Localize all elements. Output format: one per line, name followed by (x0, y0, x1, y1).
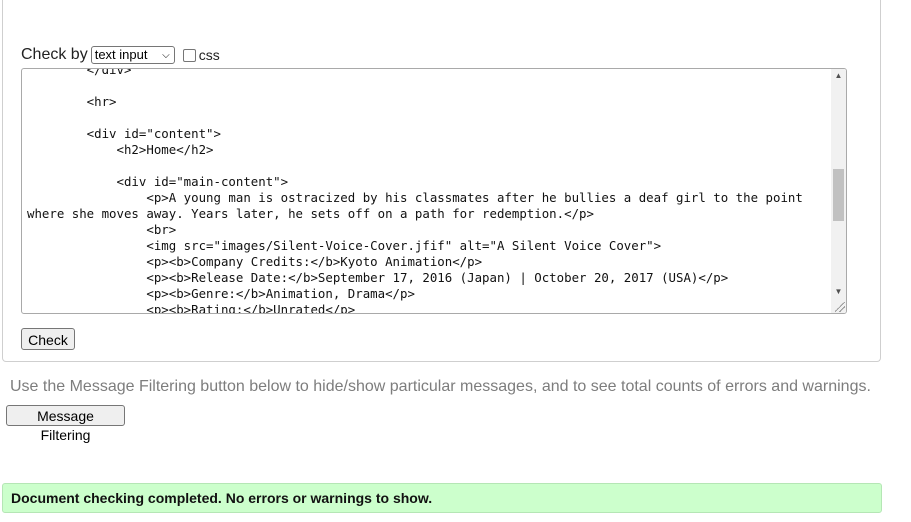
source-line: <br> (27, 222, 177, 237)
source-line: <img src="images/Silent-Voice-Cover.jfif… (27, 238, 662, 253)
source-textarea[interactable]: </div> <hr> <div id="content"> <h2>Home<… (21, 68, 847, 314)
scrollbar-thumb[interactable] (833, 169, 844, 221)
triangle-up-icon[interactable]: ▲ (831, 69, 846, 83)
message-filtering-info: Use the Message Filtering button below t… (10, 378, 871, 395)
source-line: <p><b>Company Credits:</b>Kyoto Animatio… (27, 254, 483, 269)
source-line: <div id="content"> (27, 126, 221, 141)
source-code: </div> <hr> <div id="content"> <h2>Home<… (27, 68, 830, 314)
check-button[interactable]: Check (21, 328, 75, 350)
resize-handle[interactable] (835, 302, 845, 312)
source-line: <hr> (27, 94, 117, 109)
input-panel: Check by text input ⌵ css </div> <hr> <d… (2, 0, 881, 362)
source-line: <div id="main-content"> (27, 174, 289, 189)
css-checkbox[interactable] (182, 48, 196, 62)
status-message: Document checking completed. No errors o… (2, 483, 882, 513)
triangle-down-icon[interactable]: ▼ (831, 285, 846, 299)
source-line: where she moves away. Years later, he se… (27, 206, 594, 221)
source-line: <h2>Home</h2> (27, 142, 214, 157)
check-by-select-value: text input (94, 47, 148, 62)
message-filtering-button[interactable]: Message Filtering (6, 405, 125, 443)
source-line: </div> (27, 68, 132, 77)
textarea-scrollbar[interactable]: ▲ ▼ (831, 69, 846, 313)
check-by-row: Check by text input ⌵ css (21, 45, 220, 65)
source-line: <p>A young man is ostracized by his clas… (27, 190, 803, 205)
chevron-down-icon: ⌵ (162, 50, 170, 61)
source-line: <p><b>Release Date:</b>September 17, 201… (27, 270, 729, 285)
css-checkbox-label: css (198, 47, 220, 63)
source-line: <p><b>Rating:</b>Unrated</p> (27, 302, 356, 314)
check-by-select[interactable]: text input ⌵ (90, 46, 175, 64)
source-line: <p><b>Genre:</b>Animation, Drama</p> (27, 286, 415, 301)
check-by-label: Check by (21, 46, 88, 63)
